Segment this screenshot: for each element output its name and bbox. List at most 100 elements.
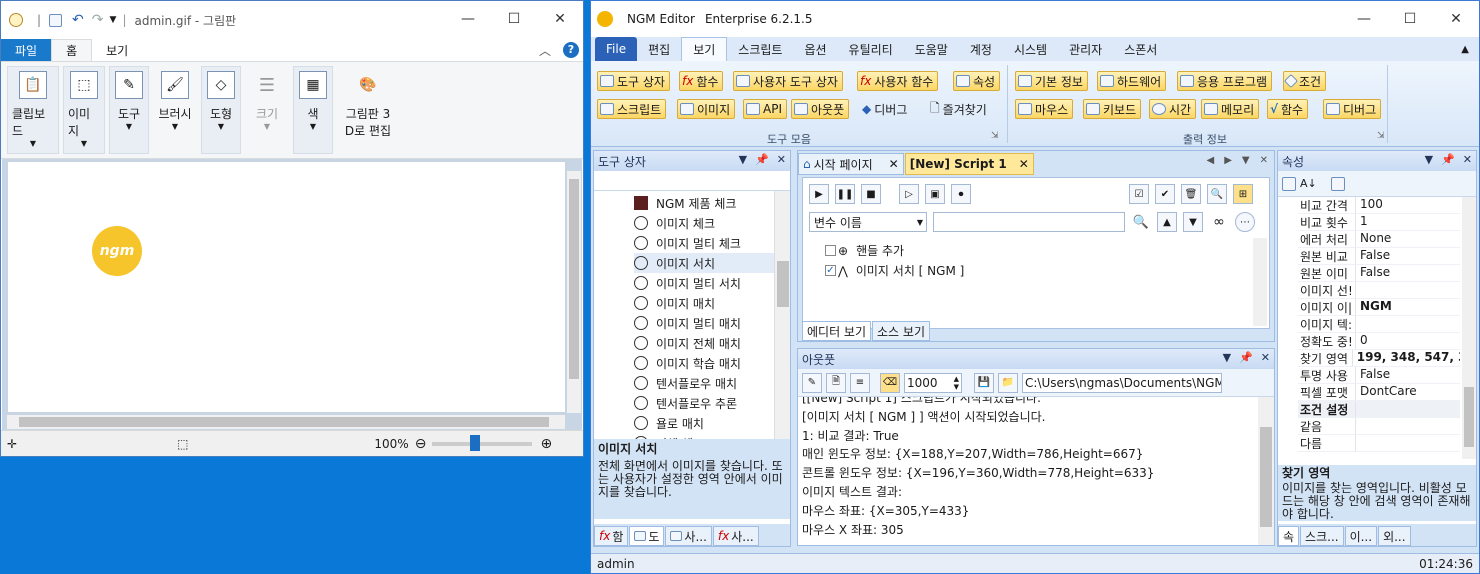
toolbox-item[interactable]: 텐서플로우 매치 [634, 373, 790, 393]
move-down-button[interactable]: ▼ [1183, 212, 1203, 232]
tab-script-1[interactable]: [New] Script 1 ✕ [904, 153, 1034, 175]
qat-dropdown-icon[interactable]: ▼ [110, 15, 117, 25]
property-row[interactable]: 같음 [1298, 418, 1460, 435]
check-icon[interactable]: ✔ [1155, 184, 1175, 204]
toolbox-item[interactable]: 이미지 멀티 매치 [634, 313, 790, 333]
property-row[interactable]: 원본 이미 False [1298, 265, 1460, 282]
script-button[interactable]: 스크립트 [597, 99, 667, 119]
property-row[interactable]: 원본 비교 False [1298, 248, 1460, 265]
tab-home[interactable]: 홈 [51, 39, 93, 61]
property-row[interactable]: 비교 횟수 1 [1298, 214, 1460, 231]
property-row[interactable]: 비교 간격 100 [1298, 197, 1460, 214]
property-pages-icon[interactable] [1330, 176, 1345, 191]
tab-user-toolbox[interactable]: 사... [665, 526, 712, 546]
image-group[interactable]: ⬚ 이미지 ▼ [63, 66, 105, 154]
tab-editor-view[interactable]: 에디터 보기 [802, 321, 872, 341]
node-checkbox[interactable] [825, 245, 836, 256]
maximize-button[interactable]: ☐ [491, 1, 537, 37]
output-function-button[interactable]: √ 함수 [1267, 99, 1309, 119]
output-count-stepper[interactable]: 1000 ▲ ▼ [904, 372, 962, 393]
loop-icon[interactable]: ∞ [1209, 212, 1229, 232]
property-value[interactable]: None [1356, 231, 1391, 247]
toolbox-item[interactable]: 텐서플로우 추론 [634, 393, 790, 413]
tab-file[interactable]: 파일 [1, 39, 52, 61]
menu-script[interactable]: 스크립트 [727, 37, 793, 61]
pin-icon[interactable]: 📌 [755, 153, 769, 166]
help-icon[interactable]: ? [563, 42, 579, 58]
shapes-group[interactable]: ◇ 도형 ▼ [201, 66, 241, 154]
property-value[interactable]: False [1356, 248, 1390, 264]
property-value[interactable] [1356, 418, 1360, 434]
property-value[interactable]: False [1356, 367, 1390, 383]
output-log-icon[interactable]: ✎ [802, 372, 822, 393]
ngm-minimize-button[interactable]: — [1341, 1, 1387, 37]
drawing-canvas[interactable]: ngm [7, 161, 566, 413]
tools-group[interactable]: ✎ 도구 ▼ [109, 66, 149, 154]
property-value[interactable]: DontCare [1356, 384, 1417, 400]
search-icon[interactable]: 🔍 [1207, 184, 1227, 204]
tab-start-page[interactable]: ⌂ 시작 페이지 ✕ [798, 153, 904, 175]
dropdown-icon[interactable]: ▼ [1425, 153, 1433, 166]
toolbox-item[interactable]: 이미지 멀티 체크 [634, 233, 790, 253]
size-group[interactable]: ☰ 크기 ▼ [245, 66, 289, 154]
zoom-slider-thumb[interactable] [470, 434, 481, 451]
application-button[interactable]: 응용 프로그램 [1177, 71, 1273, 91]
redo-icon[interactable]: ↷ [92, 12, 104, 28]
tab-user-function[interactable]: fx 사... [712, 526, 759, 546]
colors-group[interactable]: ▦ 색 ▼ [293, 66, 333, 154]
property-value[interactable]: 1 [1356, 214, 1368, 230]
clipboard-group[interactable]: 📋 클립보드 ▼ [7, 66, 59, 154]
check-all-icon[interactable]: ☑ [1129, 184, 1149, 204]
play-button[interactable]: ▶ [809, 184, 829, 204]
property-row[interactable]: 조건 설정 [1298, 401, 1460, 418]
tab-api[interactable]: 외... [1378, 526, 1411, 546]
panel-close-icon[interactable]: ✕ [777, 153, 786, 166]
toolbox-item[interactable]: 이미지 체크 [634, 213, 790, 233]
property-row[interactable]: 이미지 선! [1298, 282, 1460, 299]
property-value[interactable]: NGM [1356, 299, 1392, 315]
mouse-button[interactable]: 마우스 [1015, 99, 1074, 119]
menu-sponsor[interactable]: 스폰서 [1113, 37, 1168, 61]
properties-scrollbar[interactable] [1462, 197, 1476, 459]
toolbox-item[interactable]: 이미지 멀티 서치 [634, 273, 790, 293]
panel-close-icon[interactable]: ✕ [1261, 351, 1270, 364]
property-row[interactable]: 픽셀 포맷 DontCare [1298, 384, 1460, 401]
minimize-button[interactable]: — [445, 1, 491, 37]
output-list-icon[interactable]: ≡ [850, 372, 870, 393]
record-button[interactable]: ⏺ [951, 184, 971, 204]
dropdown-icon[interactable]: ▼ [1242, 155, 1250, 166]
menu-account[interactable]: 계정 [959, 37, 1003, 61]
toolbox-item[interactable]: 이미지 매치 [634, 293, 790, 313]
ngm-maximize-button[interactable]: ☐ [1387, 1, 1433, 37]
chevron-right-icon[interactable]: ▶ [1224, 155, 1232, 166]
tab-script[interactable]: 스크... [1300, 526, 1344, 546]
property-row[interactable]: 다름 [1298, 435, 1460, 452]
menu-system[interactable]: 시스템 [1003, 37, 1058, 61]
property-row[interactable]: 투명 사용 False [1298, 367, 1460, 384]
tree-view-icon[interactable]: ⊞ [1233, 184, 1253, 204]
property-row[interactable]: 정확도 중! 0 [1298, 333, 1460, 350]
toolbox-search-input[interactable] [594, 171, 790, 191]
output-button[interactable]: 아웃풋 [791, 99, 850, 119]
stepper-arrows-icon[interactable]: ▲ ▼ [954, 375, 959, 391]
zoom-out-button[interactable]: ⊖ [415, 436, 427, 452]
property-value[interactable]: 199, 348, 547, 3 [1353, 350, 1460, 366]
output-group-launcher-icon[interactable]: ⇲ [1377, 131, 1385, 141]
user-toolbox-button[interactable]: 사용자 도구 상자 [733, 71, 843, 91]
close-button[interactable]: ✕ [537, 1, 583, 37]
tab-properties[interactable]: 속 [1278, 526, 1300, 546]
move-up-button[interactable]: ▲ [1157, 212, 1177, 232]
toolbox-item[interactable]: 이미지 학습 매치 [634, 353, 790, 373]
step-play-button[interactable]: ▷ [899, 184, 919, 204]
tab-source-view[interactable]: 소스 보기 [872, 321, 930, 341]
menu-help[interactable]: 도움말 [904, 37, 959, 61]
tab-toolbox[interactable]: 도 [629, 526, 665, 546]
toolbox-item[interactable]: 욜로 매치 [634, 413, 790, 433]
menu-file[interactable]: File [595, 37, 638, 61]
output-scroll-thumb[interactable] [1260, 427, 1272, 527]
tools-group-launcher-icon[interactable]: ⇲ [991, 131, 999, 141]
delete-icon[interactable]: 🗑 [1181, 184, 1201, 204]
property-value[interactable]: 0 [1356, 333, 1368, 349]
toolbox-scrollbar[interactable] [774, 191, 790, 439]
more-icon[interactable]: ⋯ [1235, 212, 1255, 232]
